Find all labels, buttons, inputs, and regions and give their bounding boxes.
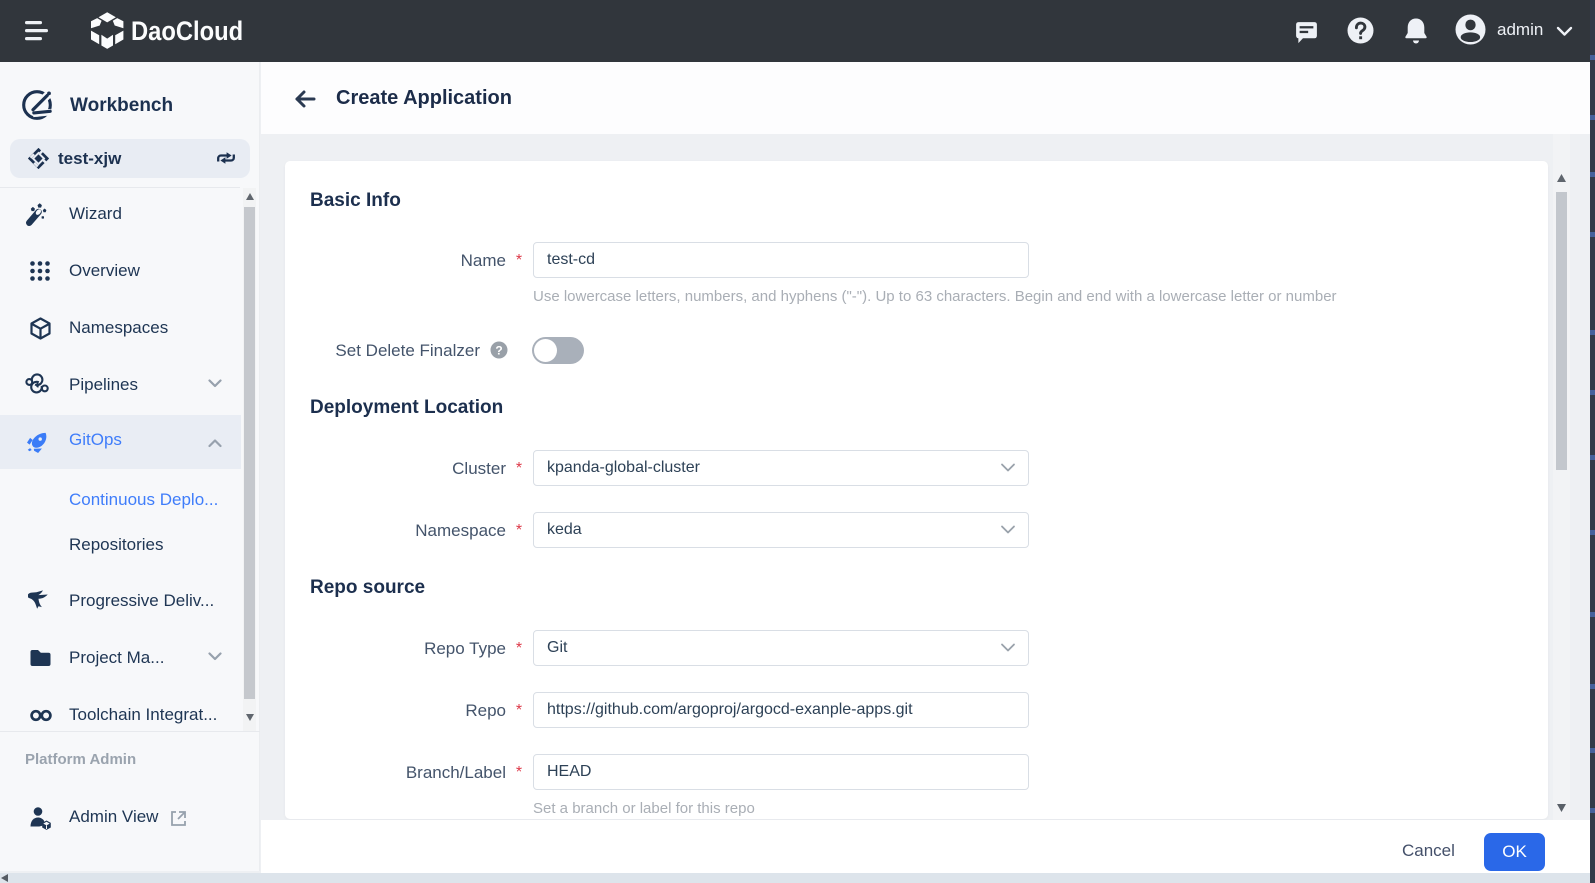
svg-text:?: ? (495, 344, 502, 358)
